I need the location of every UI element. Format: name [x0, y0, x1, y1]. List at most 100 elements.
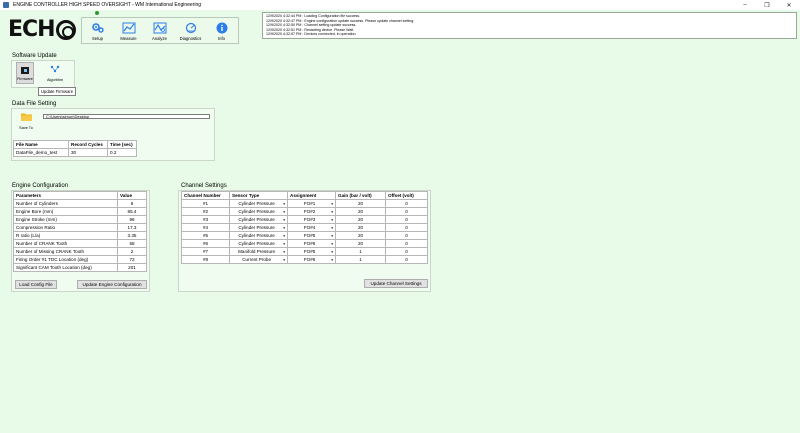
chevron-down-icon[interactable]: ▾ — [283, 258, 285, 262]
sensor-type-select[interactable]: Cylinder Pressure ▾ — [229, 239, 288, 248]
chevron-down-icon[interactable]: ▾ — [331, 242, 333, 246]
assignment-select[interactable]: FO#2 ▾ — [287, 207, 336, 216]
chart-icon — [122, 22, 136, 34]
toolbar-measure-button[interactable]: Measure — [113, 18, 144, 43]
toolbar-setup-button[interactable]: Setup — [82, 18, 113, 43]
algorithm-button[interactable]: Algorithm — [46, 62, 64, 84]
toolbar-info-label: Info — [218, 36, 225, 41]
toolbar-info-button[interactable]: Info — [206, 18, 237, 43]
window-controls: – ❐ ✕ — [734, 0, 800, 10]
maximize-button[interactable]: ❐ — [756, 0, 778, 10]
sensor-type-select-value: Current Probe — [242, 257, 272, 262]
close-button[interactable]: ✕ — [778, 0, 800, 10]
offset-cell[interactable]: 0 — [385, 207, 428, 216]
chevron-down-icon[interactable]: ▾ — [283, 218, 285, 222]
assignment-select[interactable]: FO#5 ▾ — [287, 247, 336, 256]
data-file-setting-title: Data File Setting — [12, 101, 57, 107]
chevron-down-icon[interactable]: ▾ — [331, 210, 333, 214]
chevron-down-icon[interactable]: ▾ — [283, 250, 285, 254]
assignment-select[interactable]: FO#1 ▾ — [287, 199, 336, 208]
assignment-select-value: FO#2 — [303, 209, 316, 214]
gain-cell[interactable]: 20 — [335, 207, 386, 216]
parameter-value[interactable]: 3.35 — [117, 231, 147, 240]
parameter-value[interactable]: 58 — [117, 239, 147, 248]
sensor-type-select[interactable]: Cylinder Pressure ▾ — [229, 207, 288, 216]
file-name-cell[interactable]: DataFile_demo_test — [13, 148, 69, 157]
offset-cell[interactable]: 0 — [385, 223, 428, 232]
firmware-button[interactable]: Firmware — [16, 62, 34, 84]
toolbar-analyze-button[interactable]: Analyze — [144, 18, 175, 43]
diagnostics-icon — [184, 22, 198, 34]
logo-text: ECH — [8, 17, 56, 42]
status-log[interactable]: 12/9/2020 4:32:44 PM : Loading Configura… — [262, 12, 797, 39]
chevron-down-icon[interactable]: ▾ — [331, 202, 333, 206]
parameter-value[interactable]: 6 — [117, 199, 147, 208]
parameter-value[interactable]: 2 — [117, 247, 147, 256]
load-config-file-button[interactable]: Load Config File — [15, 280, 57, 289]
sensor-type-select[interactable]: Cylinder Pressure ▾ — [229, 231, 288, 240]
parameter-value[interactable]: 17.3 — [117, 223, 147, 232]
chevron-down-icon[interactable]: ▾ — [331, 218, 333, 222]
table-row: Firing Order #1 TDC Location (deg) 72 — [13, 255, 147, 264]
toolbar-diagnostics-button[interactable]: Diagnostics — [175, 18, 206, 43]
assignment-select-value: FO#3 — [303, 217, 316, 222]
save-path-input[interactable]: C:\Users\simon\Desktop — [43, 114, 210, 119]
save-to-button[interactable]: Save To — [17, 110, 35, 130]
gain-cell[interactable]: 1 — [335, 255, 386, 264]
toolbar-analyze-label: Analyze — [152, 36, 167, 41]
chevron-down-icon[interactable]: ▾ — [283, 226, 285, 230]
offset-cell[interactable]: 0 — [385, 215, 428, 224]
chevron-down-icon[interactable]: ▾ — [283, 210, 285, 214]
parameter-value[interactable]: 201 — [117, 263, 147, 272]
offset-cell[interactable]: 0 — [385, 239, 428, 248]
header-time: Time (sec) — [107, 140, 137, 149]
sensor-type-select-wrap: Cylinder Pressure ▾ — [232, 217, 285, 222]
gain-cell[interactable]: 20 — [335, 239, 386, 248]
sensor-type-select[interactable]: Cylinder Pressure ▾ — [229, 199, 288, 208]
minimize-button[interactable]: – — [734, 0, 756, 10]
gain-cell[interactable]: 1 — [335, 247, 386, 256]
channel-number: #5 — [181, 231, 230, 240]
update-engine-config-button[interactable]: Update Engine Configuration — [77, 280, 147, 289]
update-firmware-tooltip: Update Firmware — [38, 87, 77, 96]
time-cell[interactable]: 0.2 — [107, 148, 137, 157]
assignment-select-wrap: FO#1 ▾ — [290, 201, 333, 206]
gain-cell[interactable]: 20 — [335, 223, 386, 232]
assignment-select-wrap: FO#5 ▾ — [290, 233, 333, 238]
parameter-value[interactable]: 96 — [117, 215, 147, 224]
offset-cell[interactable]: 0 — [385, 199, 428, 208]
assignment-select[interactable]: FO#6 ▾ — [287, 255, 336, 264]
offset-cell[interactable]: 0 — [385, 231, 428, 240]
status-dot-icon — [95, 11, 99, 15]
assignment-select[interactable]: FO#6 ▾ — [287, 239, 336, 248]
chevron-down-icon[interactable]: ▾ — [283, 242, 285, 246]
table-row: #3 Cylinder Pressure ▾ FO#3 ▾ 20 0 — [181, 215, 428, 224]
parameter-value[interactable]: 72 — [117, 255, 147, 264]
chevron-down-icon[interactable]: ▾ — [331, 258, 333, 262]
assignment-select[interactable]: FO#3 ▾ — [287, 215, 336, 224]
offset-cell[interactable]: 0 — [385, 247, 428, 256]
parameter-name: Number of CRANK Tooth — [13, 239, 118, 248]
chevron-down-icon[interactable]: ▾ — [331, 226, 333, 230]
assignment-select[interactable]: FO#4 ▾ — [287, 223, 336, 232]
chevron-down-icon[interactable]: ▾ — [331, 250, 333, 254]
record-cycles-cell[interactable]: 30 — [68, 148, 108, 157]
toolbar-measure-label: Measure — [120, 36, 137, 41]
sensor-type-select-wrap: Cylinder Pressure ▾ — [232, 225, 285, 230]
parameter-value[interactable]: 85.4 — [117, 207, 147, 216]
chevron-down-icon[interactable]: ▾ — [331, 234, 333, 238]
sensor-type-select-wrap: Cylinder Pressure ▾ — [232, 233, 285, 238]
sensor-type-select[interactable]: Current Probe ▾ — [229, 255, 288, 264]
chevron-down-icon[interactable]: ▾ — [283, 202, 285, 206]
gain-cell[interactable]: 20 — [335, 199, 386, 208]
gain-cell[interactable]: 20 — [335, 231, 386, 240]
chevron-down-icon[interactable]: ▾ — [283, 234, 285, 238]
sensor-type-select[interactable]: Cylinder Pressure ▾ — [229, 223, 288, 232]
sensor-type-select[interactable]: Cylinder Pressure ▾ — [229, 215, 288, 224]
assignment-select[interactable]: FO#5 ▾ — [287, 231, 336, 240]
sensor-type-select[interactable]: Manifold Pressure ▾ — [229, 247, 288, 256]
algorithm-label: Algorithm — [46, 78, 64, 82]
gain-cell[interactable]: 20 — [335, 215, 386, 224]
update-channel-settings-button[interactable]: Update Channel Settings — [364, 279, 428, 288]
offset-cell[interactable]: 0 — [385, 255, 428, 264]
